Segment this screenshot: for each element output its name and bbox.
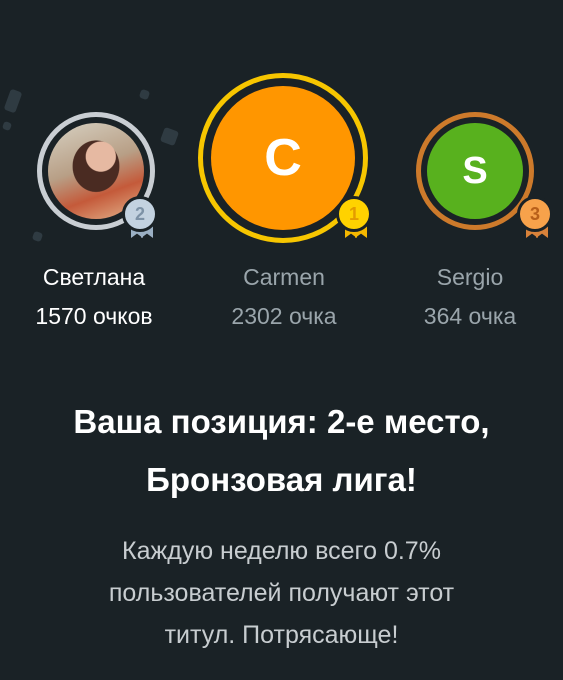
confetti-decoration (138, 88, 151, 101)
avatar-initial: S (427, 123, 523, 219)
gold-medal-icon: 1 (336, 196, 376, 240)
description-line: титул. Потрясающе! (164, 621, 399, 649)
result-description: Каждую неделю всего 0.7% пользователей п… (40, 530, 523, 656)
confetti-decoration (159, 126, 180, 147)
avatar-initial: C (211, 86, 355, 230)
confetti-decoration (1, 120, 13, 132)
confetti-decoration (31, 230, 44, 243)
headline-line: Ваша позиция: 2-е место, (73, 403, 490, 440)
result-headline: Ваша позиция: 2-е место, Бронзовая лига! (0, 393, 563, 509)
description-line: Каждую неделю всего 0.7% (122, 537, 441, 565)
rank-number: 1 (336, 196, 372, 232)
headline-line: Бронзовая лига! (146, 461, 417, 498)
player-name: Sergio (436, 264, 504, 290)
rank-number: 2 (122, 196, 158, 232)
player-score: 2302 очка (231, 303, 337, 329)
player-score: 364 очка (423, 303, 517, 329)
description-line: пользователей получают этот (108, 579, 455, 607)
bronze-medal-icon: 3 (517, 196, 557, 240)
player-name: Carmen (243, 264, 325, 290)
confetti-decoration (3, 88, 23, 114)
rank-number: 3 (517, 196, 553, 232)
silver-medal-icon: 2 (122, 196, 162, 240)
player-score: 1570 очков (35, 303, 153, 329)
player-name: Светлана (42, 264, 146, 290)
